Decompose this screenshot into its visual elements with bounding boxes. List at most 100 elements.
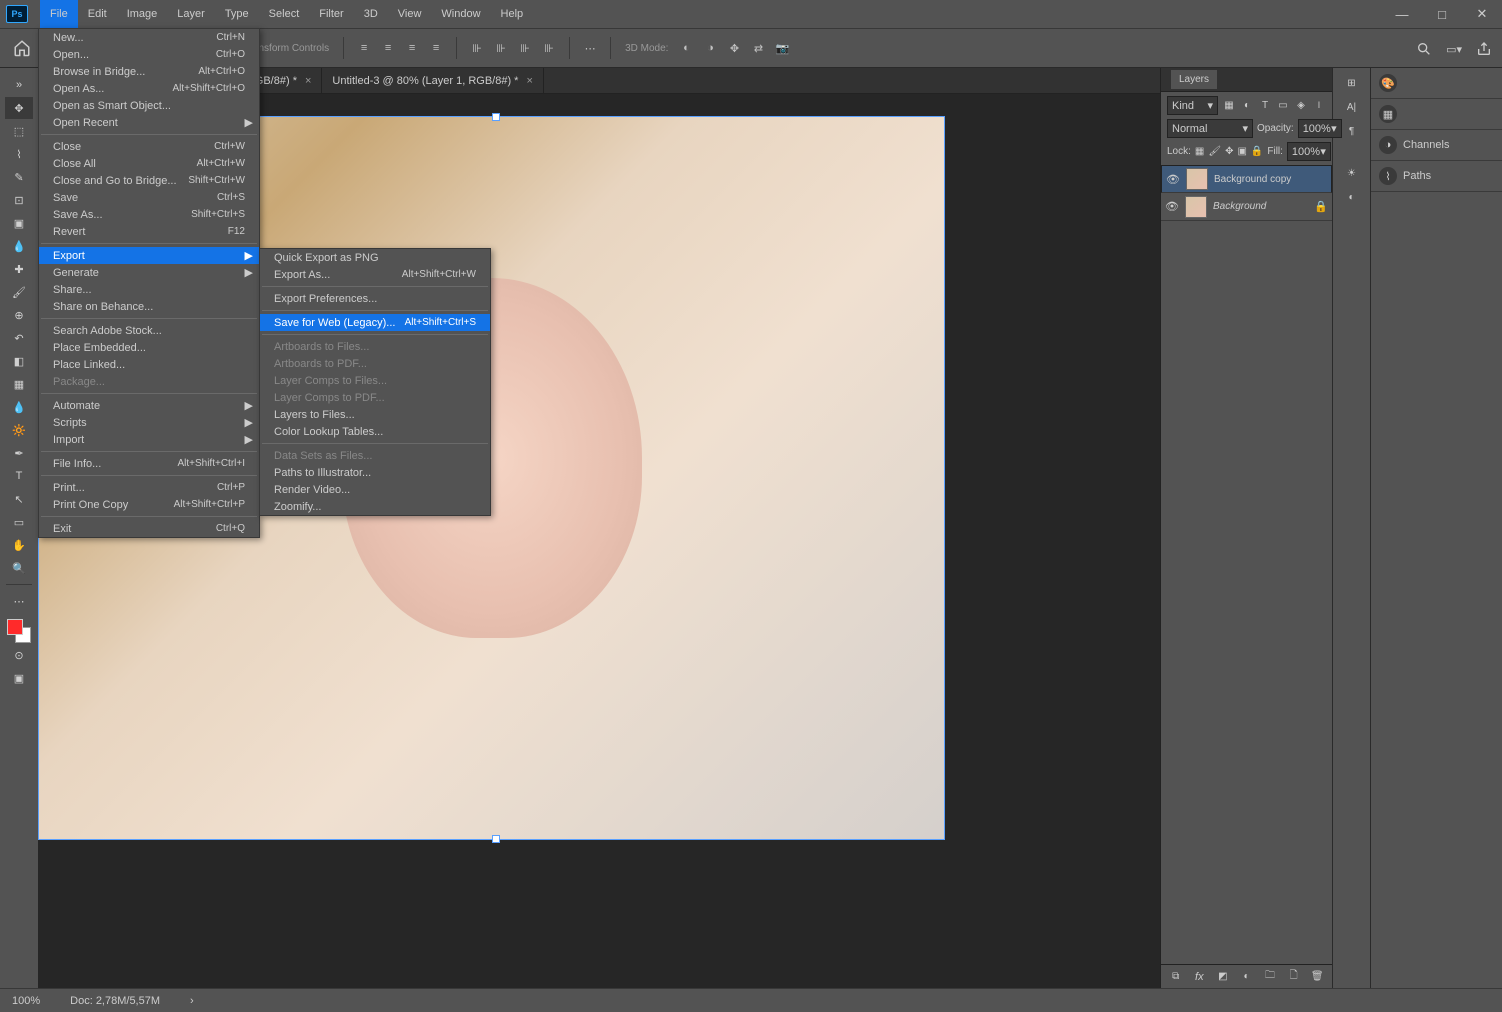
layer-row[interactable]: 👁Background🔒 (1161, 193, 1332, 221)
menu-filter[interactable]: Filter (309, 0, 353, 28)
align-right-icon[interactable]: ≡ (402, 38, 422, 58)
quick-select-tool[interactable]: ✎ (5, 166, 33, 188)
filter-smart-icon[interactable]: ◈ (1294, 99, 1308, 113)
menu-item[interactable]: Color Lookup Tables... (260, 423, 490, 440)
lock-image-icon[interactable]: 🖌 (1208, 145, 1221, 159)
menu-item[interactable]: Place Linked... (39, 356, 259, 373)
menu-item[interactable]: Open as Smart Object... (39, 97, 259, 114)
edit-toolbar-icon[interactable]: ⋯ (5, 590, 33, 612)
move-tool[interactable]: ✥ (5, 97, 33, 119)
workspace-switcher-icon[interactable]: ▭▾ (1446, 43, 1462, 56)
styles-icon[interactable]: ◐ (1345, 190, 1359, 204)
swatches-panel-collapsed[interactable]: ▦ (1371, 99, 1502, 130)
eraser-tool[interactable]: ◧ (5, 350, 33, 372)
doc-size[interactable]: Doc: 2,78M/5,57M (70, 995, 160, 1007)
layer-mask-icon[interactable]: ◩ (1216, 970, 1230, 984)
menu-3d[interactable]: 3D (354, 0, 388, 28)
align-center-h-icon[interactable]: ≡ (378, 38, 398, 58)
color-panel-collapsed[interactable]: 🎨 (1371, 68, 1502, 99)
brush-tool[interactable]: 🖌 (5, 281, 33, 303)
lock-position-icon[interactable]: ✥ (1225, 145, 1233, 159)
menu-window[interactable]: Window (431, 0, 490, 28)
menu-item[interactable]: Print One CopyAlt+Shift+Ctrl+P (39, 496, 259, 513)
menu-layer[interactable]: Layer (167, 0, 215, 28)
menu-item[interactable]: Close and Go to Bridge...Shift+Ctrl+W (39, 172, 259, 189)
menu-item[interactable]: ExitCtrl+Q (39, 520, 259, 537)
menu-item[interactable]: Import▶ (39, 431, 259, 448)
blur-tool[interactable]: 💧 (5, 396, 33, 418)
layers-panel-tab[interactable]: Layers (1161, 68, 1332, 92)
rectangle-tool[interactable]: ▭ (5, 511, 33, 533)
menu-type[interactable]: Type (215, 0, 259, 28)
menu-view[interactable]: View (388, 0, 432, 28)
gradient-tool[interactable]: ▦ (5, 373, 33, 395)
layer-thumbnail[interactable] (1186, 168, 1208, 190)
3d-orbit-icon[interactable]: ◐ (676, 38, 696, 58)
menu-item[interactable]: Share... (39, 281, 259, 298)
distribute-top-icon[interactable]: ⊪ (467, 38, 487, 58)
quick-mask-icon[interactable]: ⊙ (5, 644, 33, 666)
menu-item[interactable]: Browse in Bridge...Alt+Ctrl+O (39, 63, 259, 80)
menu-item[interactable]: Open...Ctrl+O (39, 46, 259, 63)
search-icon[interactable] (1416, 41, 1432, 57)
menu-item[interactable]: Share on Behance... (39, 298, 259, 315)
menu-item[interactable]: Paths to Illustrator... (260, 464, 490, 481)
adjustments-icon[interactable]: ☀ (1345, 166, 1359, 180)
menu-item[interactable]: Layers to Files... (260, 406, 490, 423)
document-tab[interactable]: Untitled-3 @ 80% (Layer 1, RGB/8#) *× (322, 68, 543, 93)
align-top-icon[interactable]: ≡ (426, 38, 446, 58)
new-layer-icon[interactable]: 🗋 (1287, 970, 1301, 984)
menu-file[interactable]: File (40, 0, 78, 28)
menu-item[interactable]: New...Ctrl+N (39, 29, 259, 46)
filter-shape-icon[interactable]: ▭ (1276, 99, 1290, 113)
crop-tool[interactable]: ⊡ (5, 189, 33, 211)
tab-close-icon[interactable]: × (305, 75, 311, 87)
link-layers-icon[interactable]: ⧉ (1169, 970, 1183, 984)
opacity-input[interactable]: 100%▾ (1298, 119, 1342, 138)
hand-tool[interactable]: ✋ (5, 534, 33, 556)
minimize-button[interactable]: — (1382, 0, 1422, 28)
menu-item[interactable]: Scripts▶ (39, 414, 259, 431)
share-icon[interactable] (1476, 41, 1492, 57)
3d-pan-icon[interactable]: ✥ (724, 38, 744, 58)
menu-item[interactable]: Close AllAlt+Ctrl+W (39, 155, 259, 172)
layer-fx-icon[interactable]: fx (1193, 970, 1207, 984)
menu-item[interactable]: CloseCtrl+W (39, 138, 259, 155)
blend-mode-select[interactable]: Normal▾ (1167, 119, 1253, 138)
menu-item[interactable]: Open Recent▶ (39, 114, 259, 131)
menu-item[interactable]: Save As...Shift+Ctrl+S (39, 206, 259, 223)
history-brush-tool[interactable]: ↶ (5, 327, 33, 349)
more-options-icon[interactable]: ⋯ (580, 38, 600, 58)
pen-tool[interactable]: ✒ (5, 442, 33, 464)
layer-thumbnail[interactable] (1185, 196, 1207, 218)
filter-toggle-icon[interactable]: ⏽ (1312, 99, 1326, 113)
home-icon[interactable] (10, 36, 34, 60)
zoom-tool[interactable]: 🔍 (5, 557, 33, 579)
filter-pixel-icon[interactable]: ▦ (1222, 99, 1236, 113)
collapse-icon[interactable]: » (5, 74, 33, 96)
menu-item[interactable]: Generate▶ (39, 264, 259, 281)
layer-visibility-icon[interactable]: 👁 (1165, 200, 1179, 213)
distribute-hcenter-icon[interactable]: ⊪ (539, 38, 559, 58)
menu-item[interactable]: Print...Ctrl+P (39, 479, 259, 496)
dodge-tool[interactable]: 🔆 (5, 419, 33, 441)
paragraph-icon[interactable]: ¶ (1345, 124, 1359, 138)
lock-all-icon[interactable]: 🔒 (1251, 145, 1263, 159)
menu-item[interactable]: Export▶ (39, 247, 259, 264)
menu-item[interactable]: Save for Web (Legacy)...Alt+Shift+Ctrl+S (260, 314, 490, 331)
align-left-icon[interactable]: ≡ (354, 38, 374, 58)
layer-visibility-icon[interactable]: 👁 (1166, 173, 1180, 186)
delete-layer-icon[interactable]: 🗑 (1310, 970, 1324, 984)
color-swatches[interactable] (7, 619, 31, 643)
maximize-button[interactable]: □ (1422, 0, 1462, 28)
fill-input[interactable]: 100%▾ (1287, 142, 1331, 161)
foreground-color[interactable] (7, 619, 23, 635)
menu-item[interactable]: RevertF12 (39, 223, 259, 240)
path-select-tool[interactable]: ↖ (5, 488, 33, 510)
marquee-tool[interactable]: ⬚ (5, 120, 33, 142)
eyedropper-tool[interactable]: 💧 (5, 235, 33, 257)
frame-tool[interactable]: ▣ (5, 212, 33, 234)
character-icon[interactable]: A| (1345, 100, 1359, 114)
clone-stamp-tool[interactable]: ⊕ (5, 304, 33, 326)
3d-slide-icon[interactable]: ⇄ (748, 38, 768, 58)
